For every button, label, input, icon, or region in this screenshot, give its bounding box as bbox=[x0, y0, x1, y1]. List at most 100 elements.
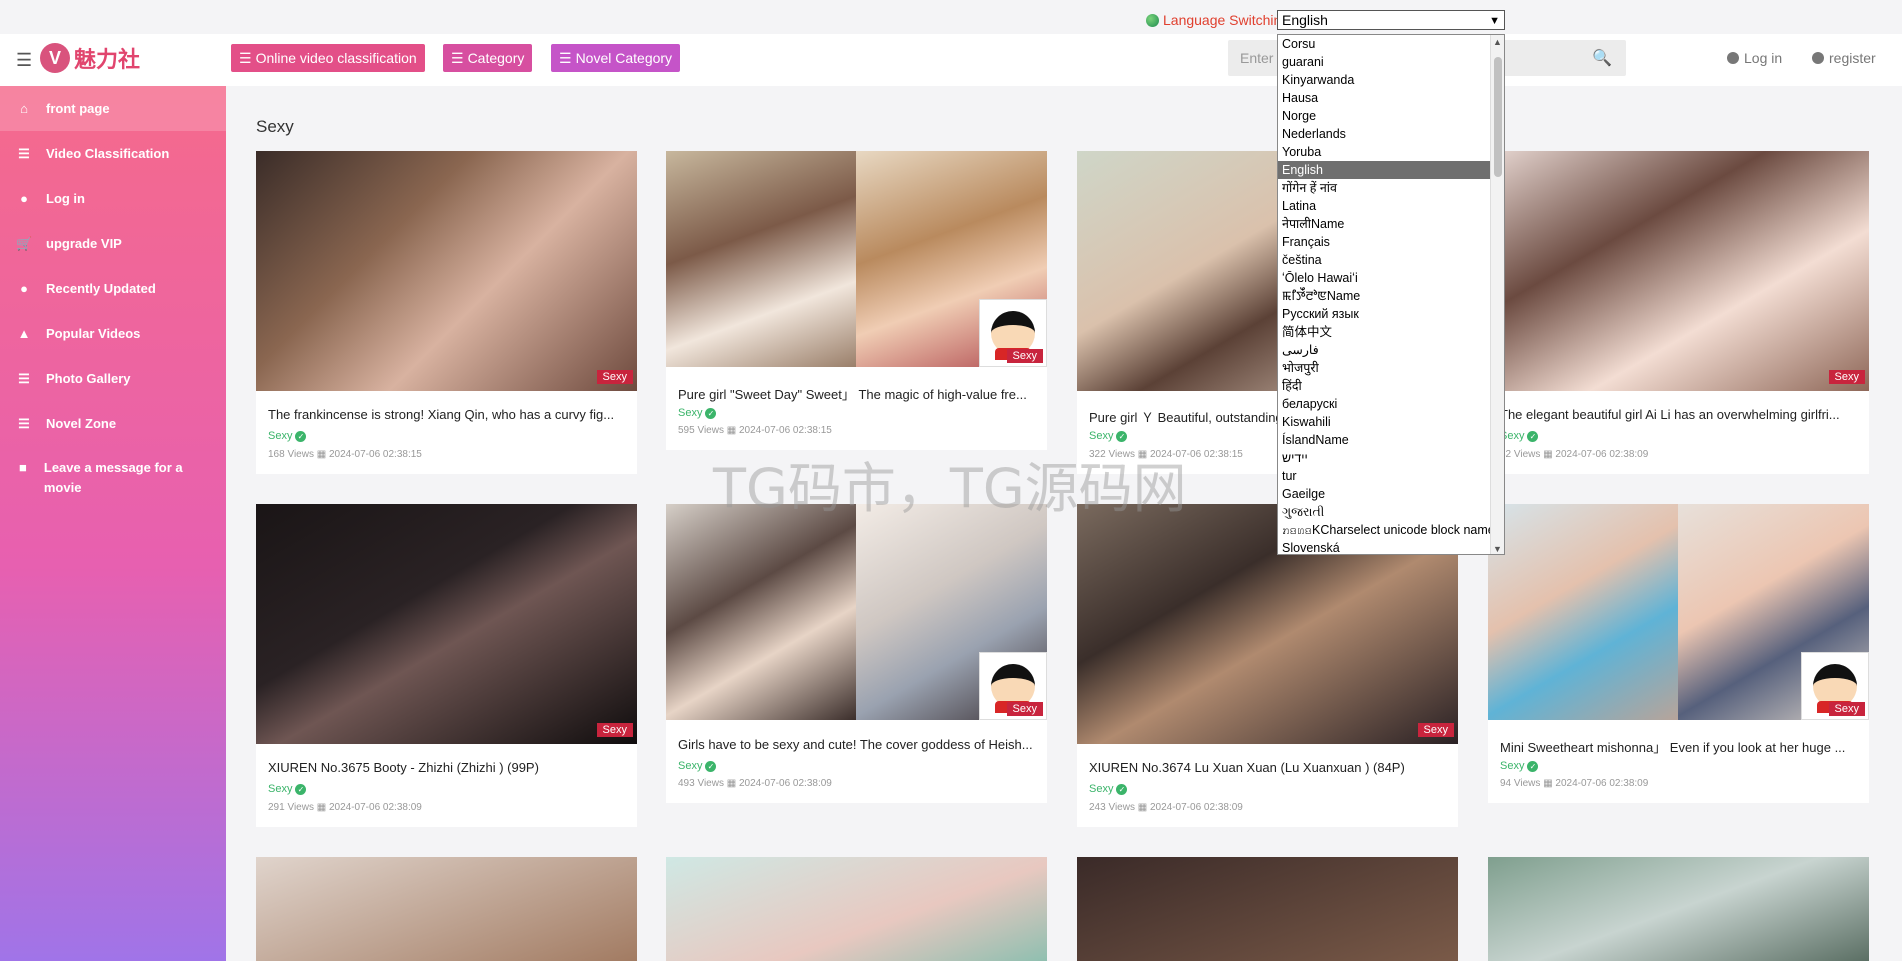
card-thumbnail[interactable] bbox=[1488, 857, 1869, 961]
card-date: 2024-07-06 02:38:15 bbox=[738, 425, 832, 436]
scrollbar-thumb[interactable] bbox=[1494, 57, 1502, 177]
language-option[interactable]: Nederlands bbox=[1278, 125, 1490, 143]
sidebar-item-novel-zone[interactable]: ☰ Novel Zone bbox=[0, 401, 226, 446]
card-title[interactable]: XIUREN No.3675 Booty - Zhizhi (Zhizhi ) … bbox=[268, 760, 628, 775]
card-tag[interactable]: Sexy ✓ bbox=[268, 783, 307, 795]
language-option[interactable]: Русский язык bbox=[1278, 305, 1490, 323]
dropdown-scrollbar[interactable]: ▲ ▼ bbox=[1490, 35, 1504, 554]
card-thumbnail[interactable] bbox=[256, 857, 637, 961]
language-option[interactable]: English bbox=[1278, 161, 1490, 179]
check-circle-icon: ✓ bbox=[1527, 430, 1539, 442]
language-option[interactable]: Latina bbox=[1278, 197, 1490, 215]
language-option[interactable]: tur bbox=[1278, 467, 1490, 485]
language-option[interactable]: Slovenská bbox=[1278, 539, 1490, 554]
language-option[interactable]: 简体中文 bbox=[1278, 323, 1490, 341]
card-tag[interactable]: Sexy ✓ bbox=[678, 760, 717, 772]
language-option[interactable]: беларускі bbox=[1278, 395, 1490, 413]
scroll-up-icon[interactable]: ▲ bbox=[1493, 37, 1502, 47]
search-icon[interactable]: 🔍 bbox=[1592, 48, 1612, 68]
card-title[interactable]: The frankincense is strong! Xiang Qin, w… bbox=[268, 407, 628, 422]
calendar-icon: ▦ bbox=[1137, 802, 1148, 813]
language-option[interactable]: יידיש bbox=[1278, 449, 1490, 467]
language-selected-value: English bbox=[1282, 12, 1328, 28]
menu-toggle-icon[interactable]: ☰ bbox=[16, 50, 32, 71]
card[interactable]: Sexy The frankincense is strong! Xiang Q… bbox=[256, 151, 637, 474]
nav-label: Novel Category bbox=[575, 50, 673, 66]
card-tag[interactable]: Sexy ✓ bbox=[1500, 430, 1539, 442]
language-option[interactable]: Kinyarwanda bbox=[1278, 71, 1490, 89]
header-register-link[interactable]: register bbox=[1812, 50, 1876, 66]
header-login-link[interactable]: Log in bbox=[1727, 50, 1782, 66]
language-dropdown-list[interactable]: Corsu guarani Kinyarwanda Hausa Norge Nederla… bbox=[1277, 34, 1505, 555]
card-title[interactable]: XIUREN No.3674 Lu Xuan Xuan (Lu Xuanxuan… bbox=[1089, 760, 1449, 775]
sidebar-item-photo-gallery[interactable]: ☰ Photo Gallery bbox=[0, 356, 226, 401]
sidebar-item-leave-message[interactable]: ■ Leave a message for a movie bbox=[0, 458, 200, 508]
user-circle-icon bbox=[1727, 52, 1739, 64]
card-title[interactable]: The elegant beautiful girl Ai Li has an … bbox=[1500, 407, 1860, 422]
card-title[interactable]: Girls have to be sexy and cute! The cove… bbox=[678, 737, 1038, 752]
card[interactable]: Sexy Pure girl "Sweet Day" Sweet」 The ma… bbox=[666, 151, 1047, 450]
card[interactable] bbox=[666, 857, 1047, 961]
nav-novel-category[interactable]: ☰ Novel Category bbox=[551, 44, 681, 72]
scroll-down-icon[interactable]: ▼ bbox=[1493, 544, 1502, 554]
sidebar-item-log-in[interactable]: ● Log in bbox=[0, 176, 226, 221]
language-option[interactable]: ÍslandName bbox=[1278, 431, 1490, 449]
watermark: TG码市，TG源码网 bbox=[713, 457, 1187, 520]
card-tag[interactable]: Sexy ✓ bbox=[1089, 783, 1128, 795]
language-option[interactable]: ʻŌlelo Hawaiʻi bbox=[1278, 269, 1490, 287]
language-option[interactable]: فارسی bbox=[1278, 341, 1490, 359]
card-thumbnail[interactable] bbox=[1488, 151, 1869, 391]
card[interactable]: Sexy Mini Sweetheart mishonna」 Even if y… bbox=[1488, 504, 1869, 803]
language-option[interactable]: ગુજરાતી bbox=[1278, 503, 1490, 521]
language-option[interactable]: Hausa bbox=[1278, 89, 1490, 107]
card[interactable]: Sexy Girls have to be sexy and cute! The… bbox=[666, 504, 1047, 803]
language-option[interactable]: Corsu bbox=[1278, 35, 1490, 53]
language-option[interactable]: Français bbox=[1278, 233, 1490, 251]
card-thumbnail[interactable] bbox=[1077, 857, 1458, 961]
card[interactable] bbox=[256, 857, 637, 961]
sidebar-item-recently-updated[interactable]: ● Recently Updated bbox=[0, 266, 226, 311]
card-meta: 595 Views ▦ 2024-07-06 02:38:15 bbox=[678, 425, 832, 436]
language-select[interactable]: English ▼ bbox=[1277, 10, 1505, 30]
language-option[interactable]: ꤊꤢꤛꤢKCharselect unicode block name bbox=[1278, 521, 1490, 539]
language-option[interactable]: नेपालीName bbox=[1278, 215, 1490, 233]
card-tag[interactable]: Sexy ✓ bbox=[268, 430, 307, 442]
language-option[interactable]: Norge bbox=[1278, 107, 1490, 125]
card-views: 493 Views bbox=[678, 778, 724, 789]
language-option[interactable]: Yoruba bbox=[1278, 143, 1490, 161]
site-logo[interactable]: V 魅力社 bbox=[40, 42, 140, 74]
language-option[interactable]: हिंदी bbox=[1278, 377, 1490, 395]
card-tag[interactable]: Sexy ✓ bbox=[1089, 430, 1128, 442]
category-badge: Sexy bbox=[596, 723, 633, 737]
page: ☰ V 魅力社 ☰ Online video classification ☰ … bbox=[0, 0, 1902, 961]
card-thumbnail[interactable] bbox=[666, 857, 1047, 961]
card[interactable] bbox=[1488, 857, 1869, 961]
card-title[interactable]: Pure girl "Sweet Day" Sweet」 The magic o… bbox=[678, 384, 1038, 403]
sidebar-item-popular-videos[interactable]: ▲ Popular Videos bbox=[0, 311, 226, 356]
sidebar-item-video-classification[interactable]: ☰ Video Classification bbox=[0, 131, 226, 176]
card-thumbnail[interactable] bbox=[256, 151, 637, 391]
language-option[interactable]: čeština bbox=[1278, 251, 1490, 269]
sidebar-item-front-page[interactable]: ⌂ front page bbox=[0, 86, 226, 131]
card-thumbnail[interactable] bbox=[256, 504, 637, 744]
card-title[interactable]: Mini Sweetheart mishonna」 Even if you lo… bbox=[1500, 737, 1860, 756]
card-tag[interactable]: Sexy ✓ bbox=[678, 407, 717, 419]
language-option[interactable]: गोंगेन हें नांव bbox=[1278, 179, 1490, 197]
language-option[interactable]: guarani bbox=[1278, 53, 1490, 71]
card[interactable]: Sexy XIUREN No.3675 Booty - Zhizhi (Zhiz… bbox=[256, 504, 637, 827]
card[interactable]: Sexy The elegant beautiful girl Ai Li ha… bbox=[1488, 151, 1869, 474]
card-tag[interactable]: Sexy ✓ bbox=[1500, 760, 1539, 772]
nav-online-video-classification[interactable]: ☰ Online video classification bbox=[231, 44, 425, 72]
card[interactable] bbox=[1077, 857, 1458, 961]
sidebar-item-label: Popular Videos bbox=[46, 326, 141, 341]
language-option[interactable]: भोजपुरी bbox=[1278, 359, 1490, 377]
nav-label: Online video classification bbox=[255, 50, 417, 66]
sidebar-item-label: Novel Zone bbox=[46, 416, 117, 431]
list-icon: ☰ bbox=[18, 415, 30, 431]
sidebar-item-upgrade-vip[interactable]: 🛒 upgrade VIP bbox=[0, 221, 226, 266]
nav-category[interactable]: ☰ Category bbox=[443, 44, 533, 72]
language-option[interactable]: ꯃꯤꯇꯩꯂꯣꯟName bbox=[1278, 287, 1490, 305]
language-option[interactable]: Gaeilge bbox=[1278, 485, 1490, 503]
calendar-icon: ▦ bbox=[726, 778, 737, 789]
language-option[interactable]: Kiswahili bbox=[1278, 413, 1490, 431]
